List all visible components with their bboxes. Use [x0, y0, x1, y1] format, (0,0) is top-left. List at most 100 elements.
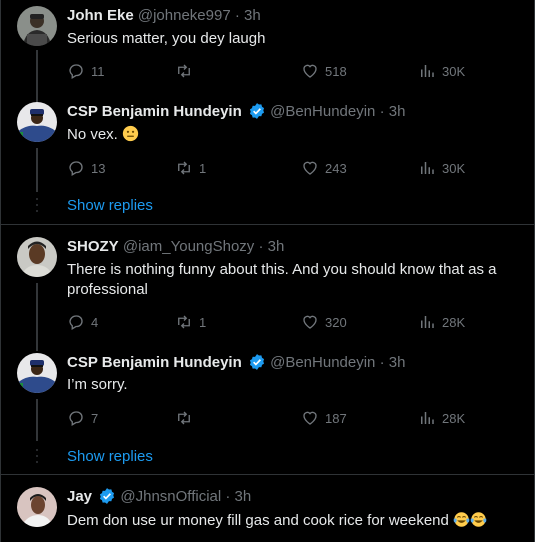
reply-count: 13: [91, 160, 106, 176]
tweet-header: CSP Benjamin Hundeyin @BenHundeyin · 3h: [67, 102, 405, 122]
tweet-john-eke[interactable]: John Eke @johneke997 · 3h Serious matter…: [1, 0, 534, 96]
reply-button[interactable]: 4: [67, 312, 98, 332]
thread-line: [36, 94, 38, 102]
like-count: 187: [325, 410, 347, 426]
timestamp[interactable]: 3h: [389, 354, 406, 371]
tears-of-joy-emoji-icon: [453, 512, 470, 527]
retweet-button[interactable]: 1: [175, 158, 206, 178]
timestamp[interactable]: 3h: [235, 488, 252, 505]
view-count: 30K: [442, 63, 466, 79]
reply-button[interactable]: 7: [67, 408, 98, 428]
tweet-ben-hundeyin-1[interactable]: CSP Benjamin Hundeyin @BenHundeyin · 3h …: [1, 94, 534, 192]
retweet-button[interactable]: 1: [175, 312, 206, 332]
tweet-actions: 11 518 30K: [67, 61, 487, 81]
views-icon: [421, 412, 434, 424]
display-name[interactable]: John Eke: [67, 7, 134, 24]
reply-icon: [69, 315, 83, 330]
avatar[interactable]: [17, 487, 57, 527]
tweet-text: I’m sorry.: [67, 376, 128, 393]
handle[interactable]: @BenHundeyin: [270, 103, 375, 120]
views-icon: [421, 162, 434, 174]
verified-badge-icon[interactable]: [98, 487, 116, 505]
handle[interactable]: @iam_YoungShozy: [123, 238, 254, 255]
like-count: 243: [325, 160, 347, 176]
display-name[interactable]: Jay: [67, 488, 92, 505]
thread-line: [36, 283, 38, 345]
display-name[interactable]: CSP Benjamin Hundeyin: [67, 354, 242, 371]
retweet-count: 1: [199, 314, 207, 330]
reply-icon: [69, 411, 83, 426]
tweet-text: There is nothing funny about this. And y…: [67, 261, 497, 298]
tweet-actions: 4 1 320 28K: [67, 312, 487, 332]
show-replies-link[interactable]: Show replies: [67, 447, 153, 467]
reply-button[interactable]: 11: [67, 61, 105, 81]
views-button[interactable]: 30K: [418, 158, 465, 178]
display-name[interactable]: CSP Benjamin Hundeyin: [67, 103, 242, 120]
heart-icon: [303, 411, 317, 425]
retweet-button[interactable]: [175, 61, 199, 81]
tweet-actions: 7 187 28K: [67, 408, 487, 428]
reply-icon: [69, 64, 83, 79]
tweet-actions: 13 1 243 30K: [67, 158, 487, 178]
retweet-button[interactable]: [175, 408, 199, 428]
tweet-text-container: No vex.: [67, 125, 517, 145]
avatar[interactable]: [17, 237, 57, 277]
reply-count: 7: [91, 410, 99, 426]
views-button[interactable]: 30K: [418, 61, 465, 81]
views-button[interactable]: 28K: [418, 408, 465, 428]
reply-thread: John Eke @johneke997 · 3h Serious matter…: [0, 0, 535, 542]
view-count: 28K: [442, 314, 466, 330]
thread-continuation-dots: [35, 449, 39, 467]
thread-continuation-dots: [35, 198, 39, 216]
show-replies-link[interactable]: Show replies: [67, 196, 153, 216]
separator-dot: ·: [258, 238, 264, 255]
tweet-text-container: Dem don use ur money fill gas and cook r…: [67, 511, 517, 531]
thread-line: [36, 50, 38, 96]
verified-badge-icon[interactable]: [248, 102, 266, 120]
retweet-icon: [178, 64, 190, 78]
heart-icon: [303, 64, 317, 78]
reply-icon: [69, 161, 83, 176]
view-count: 28K: [442, 410, 466, 426]
display-name[interactable]: SHOZY: [67, 238, 119, 255]
thread-line: [36, 148, 38, 192]
thread-line: [36, 399, 38, 441]
like-button[interactable]: 320: [301, 312, 347, 332]
reply-button[interactable]: 13: [67, 158, 105, 178]
tweet-header: Jay @JhnsnOfficial · 3h: [67, 487, 251, 507]
timestamp[interactable]: 3h: [389, 103, 406, 120]
avatar[interactable]: [17, 6, 57, 46]
like-button[interactable]: 518: [301, 61, 347, 81]
tweet-shozy[interactable]: SHOZY @iam_YoungShozy · 3h There is noth…: [1, 225, 534, 345]
handle[interactable]: @BenHundeyin: [270, 354, 375, 371]
heart-icon: [303, 315, 317, 329]
tweet-text: Serious matter, you dey laugh: [67, 30, 266, 47]
view-count: 30K: [442, 160, 466, 176]
like-button[interactable]: 187: [301, 408, 347, 428]
avatar[interactable]: [17, 102, 57, 142]
views-icon: [421, 65, 434, 77]
verified-badge-icon[interactable]: [248, 353, 266, 371]
reply-count: 11: [91, 63, 105, 79]
timestamp[interactable]: 3h: [244, 7, 261, 24]
timestamp[interactable]: 3h: [268, 238, 285, 255]
views-icon: [421, 316, 434, 328]
thread-line: [36, 345, 38, 351]
avatar[interactable]: [17, 353, 57, 393]
like-button[interactable]: 243: [301, 158, 347, 178]
tweet-header: SHOZY @iam_YoungShozy · 3h: [67, 237, 284, 257]
retweet-count: 1: [199, 160, 207, 176]
tears-of-joy-emoji-icon: [470, 512, 487, 527]
separator-dot: ·: [225, 488, 231, 505]
separator-dot: ·: [234, 7, 240, 24]
tweet-jay[interactable]: Jay @JhnsnOfficial · 3h Dem don use ur m…: [1, 475, 534, 542]
tweet-text: No vex.: [67, 126, 118, 143]
separator-dot: ·: [379, 354, 385, 371]
like-count: 518: [325, 63, 347, 79]
tweet-ben-hundeyin-2[interactable]: CSP Benjamin Hundeyin @BenHundeyin · 3h …: [1, 345, 534, 441]
handle[interactable]: @JhnsnOfficial: [120, 488, 221, 505]
like-count: 320: [325, 314, 347, 330]
neutral-face-emoji-icon: [122, 125, 139, 142]
handle[interactable]: @johneke997: [138, 7, 231, 24]
views-button[interactable]: 28K: [418, 312, 465, 332]
